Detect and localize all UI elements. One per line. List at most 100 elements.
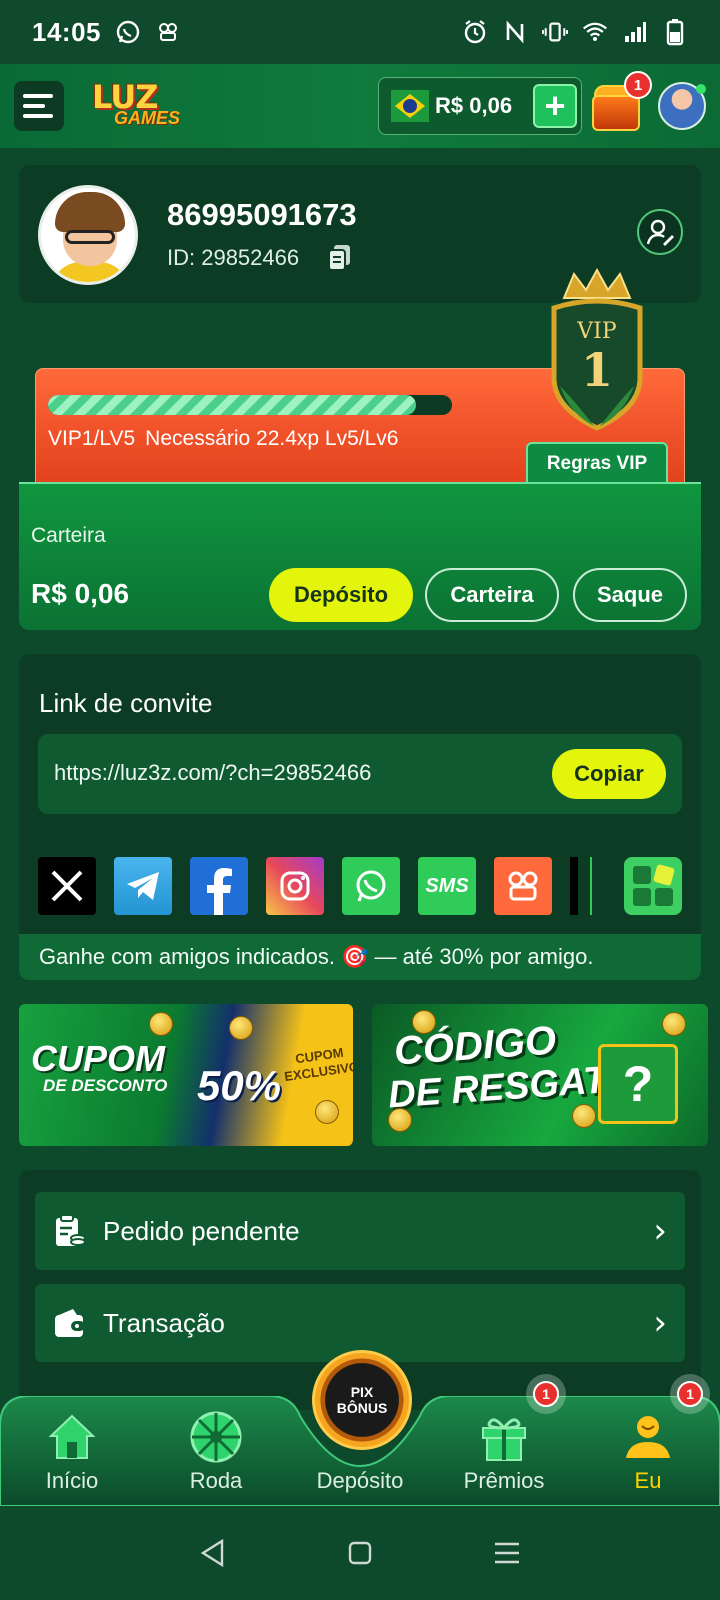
facebook-share-button[interactable]: [190, 857, 248, 915]
vip-badge-icon: VIP 1: [551, 268, 643, 431]
brazil-flag-icon: [391, 90, 429, 122]
nfc-icon: [502, 19, 528, 45]
header-balance[interactable]: R$ 0,06 +: [378, 77, 582, 135]
vip-level-text: VIP1/LV5: [48, 427, 136, 450]
wallet-amount: R$ 0,06: [31, 578, 130, 609]
copy-link-button[interactable]: Copiar: [552, 749, 666, 799]
sms-icon: SMS: [425, 874, 469, 897]
vip-progress-bar: [48, 395, 452, 415]
invite-link[interactable]: https://luz3z.com/?ch=29852466: [54, 760, 371, 786]
coupon-exclusive: CUPOM EXCLUSIVO: [283, 1044, 353, 1085]
wallet-icon: [53, 1306, 87, 1340]
app-header: LUZ GAMES R$ 0,06 + 1: [0, 64, 720, 148]
me-badge: 1: [670, 1374, 710, 1414]
profile-id: ID: 29852466: [167, 245, 300, 270]
whatsapp-icon: [115, 19, 141, 45]
pending-order-icon: [53, 1214, 87, 1248]
instagram-icon: [280, 871, 310, 901]
coupon-title: CUPOM: [31, 1038, 165, 1079]
home-button-icon[interactable]: [340, 1533, 380, 1573]
chevron-right-icon: ›: [653, 1211, 667, 1251]
logo-text-bottom: GAMES: [114, 108, 181, 128]
kwai-icon: [508, 871, 538, 901]
deposit-button[interactable]: Depósito: [269, 568, 413, 622]
nav-home[interactable]: Início: [12, 1410, 132, 1500]
home-icon: [45, 1410, 99, 1464]
whatsapp-icon: [356, 870, 386, 902]
wallet-card: Carteira R$ 0,06 Depósito Carteira Saque: [19, 482, 701, 630]
header-avatar[interactable]: [658, 82, 706, 130]
nav-label: Prêmios: [463, 1468, 545, 1493]
gift-icon: [477, 1410, 531, 1464]
vip-rules-button[interactable]: Regras VIP: [526, 442, 668, 484]
battery-icon: [662, 19, 688, 46]
signal-icon: [622, 19, 648, 45]
whatsapp-share-button[interactable]: [342, 857, 400, 915]
invite-footer-text: Ganhe com amigos indicados. 🎯 — até 30% …: [19, 934, 701, 980]
profile-name: 86995091673: [167, 197, 357, 232]
mystery-gift-icon: ?: [598, 1044, 678, 1124]
vip-requirement-text: Necessário 22.4xp Lv5/Lv6: [145, 427, 399, 450]
system-navigation-bar: [0, 1506, 720, 1600]
menu-item-label: Pedido pendente: [103, 1215, 300, 1246]
telegram-icon: [127, 872, 159, 900]
vip-badge-label: VIP: [576, 319, 617, 344]
nav-label: Eu: [634, 1468, 662, 1493]
wifi-icon: [582, 19, 608, 45]
copy-id-icon[interactable]: [327, 243, 353, 271]
edit-profile-button[interactable]: [637, 209, 683, 255]
more-share-partial: [570, 857, 578, 915]
kwai-share-button[interactable]: [494, 857, 552, 915]
invite-card: Link de convite https://luz3z.com/?ch=29…: [19, 654, 701, 980]
treasure-chest-button[interactable]: 1: [590, 71, 652, 135]
facebook-icon: [207, 868, 232, 915]
nav-deposit[interactable]: Depósito: [300, 1410, 420, 1500]
prizes-badge: 1: [526, 1374, 566, 1414]
app-logo[interactable]: LUZ GAMES: [92, 76, 210, 136]
withdraw-button[interactable]: Saque: [573, 568, 687, 622]
menu-item-pending-order[interactable]: Pedido pendente ›: [35, 1192, 685, 1270]
sms-share-button[interactable]: SMS: [418, 857, 476, 915]
coupon-subtitle: DE DESCONTO: [43, 1076, 168, 1095]
user-icon: [621, 1410, 675, 1464]
coupon-banner[interactable]: CUPOM DE DESCONTO 50% CUPOM EXCLUSIVO: [19, 1004, 353, 1146]
alarm-icon: [462, 19, 488, 45]
x-share-button[interactable]: [38, 857, 96, 915]
add-funds-button[interactable]: +: [533, 84, 577, 128]
share-buttons: SMS: [38, 857, 592, 915]
recents-icon[interactable]: [487, 1533, 527, 1573]
nav-wheel[interactable]: Roda: [156, 1410, 276, 1500]
redeem-code-banner[interactable]: CÓDIGO DE RESGATE ?: [372, 1004, 708, 1146]
vibrate-icon: [542, 19, 568, 45]
menu-button[interactable]: [14, 81, 64, 131]
nav-prizes[interactable]: Prêmios: [444, 1410, 564, 1500]
vip-badge-number: 1: [581, 343, 613, 397]
wallet-button[interactable]: Carteira: [425, 568, 559, 622]
bottom-navigation: Início Roda PIX BÔNUS Depósito Prêmios 1…: [0, 1350, 720, 1506]
instagram-share-button[interactable]: [266, 857, 324, 915]
menu-item-label: Transação: [103, 1307, 225, 1338]
invite-title: Link de convite: [39, 688, 213, 718]
wheel-icon: [189, 1410, 243, 1464]
nav-label: Roda: [189, 1468, 243, 1493]
more-share-button[interactable]: [624, 857, 682, 915]
back-icon[interactable]: [193, 1533, 233, 1573]
header-balance-value: R$ 0,06: [435, 93, 513, 118]
telegram-share-button[interactable]: [114, 857, 172, 915]
profile-avatar: [38, 185, 138, 285]
nav-label: Depósito: [316, 1468, 404, 1493]
vip-progress-fill: [48, 395, 416, 415]
pix-label: PIX: [350, 1384, 374, 1400]
status-bar: 14:05: [0, 0, 720, 64]
nav-label: Início: [45, 1468, 99, 1493]
nav-me[interactable]: Eu: [588, 1410, 708, 1500]
share-divider: [590, 857, 592, 915]
chest-badge: 1: [624, 71, 652, 99]
status-time: 14:05: [32, 16, 101, 47]
invite-link-box: https://luz3z.com/?ch=29852466 Copiar: [38, 734, 682, 814]
chevron-right-icon: ›: [653, 1303, 667, 1343]
wallet-label: Carteira: [31, 524, 106, 547]
user-edit-icon: [646, 219, 674, 246]
kwai-icon: [155, 19, 181, 45]
coupon-percent: 50%: [197, 1062, 282, 1109]
